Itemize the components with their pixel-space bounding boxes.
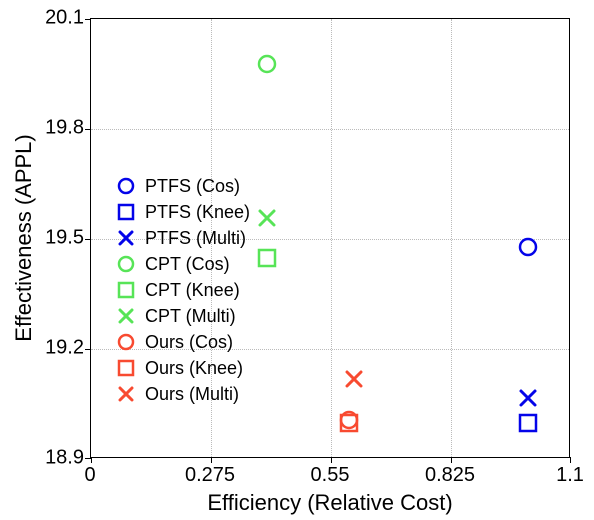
xtick-label: 0 [84,464,95,487]
legend-label: Ours (Multi) [145,383,239,405]
chart-container: Effectiveness (APPL) Efficiency (Relativ… [0,0,594,520]
legend-label: CPT (Cos) [145,253,230,275]
legend-entry: CPT (Knee) [115,277,250,303]
xtick-label: 1.1 [556,464,584,487]
legend-entry: Ours (Cos) [115,329,250,355]
data-point [339,413,357,431]
x-icon [115,383,137,405]
x-axis-label: Efficiency (Relative Cost) [207,490,452,516]
circle-icon [115,331,137,353]
xtick [331,457,332,463]
legend-entry: PTFS (Multi) [115,225,250,251]
legend-label: Ours (Knee) [145,357,243,379]
ytick [85,458,91,459]
square-icon [115,279,137,301]
legend-label: PTFS (Knee) [145,201,250,223]
xtick-label: 0.55 [311,464,350,487]
data-point [257,54,275,72]
ytick [85,129,91,130]
ytick [85,349,91,350]
legend-label: CPT (Multi) [145,305,236,327]
legend-entry: PTFS (Cos) [115,173,250,199]
xtick [570,457,571,463]
legend-label: PTFS (Multi) [145,227,246,249]
legend-entry: Ours (Knee) [115,355,250,381]
legend-entry: CPT (Cos) [115,251,250,277]
legend-entry: CPT (Multi) [115,303,250,329]
data-point [344,369,362,387]
gridline-v [331,19,332,457]
xtick [451,457,452,463]
data-point [339,410,357,428]
ytick [85,239,91,240]
xtick-label: 0.275 [185,464,235,487]
legend-entry: PTFS (Knee) [115,199,250,225]
legend: PTFS (Cos) PTFS (Knee) PTFS (Multi) CPT (C… [115,173,250,407]
x-icon [115,305,137,327]
ytick-label: 19.8 [0,117,84,140]
ytick-label: 20.1 [0,7,84,30]
circle-icon [115,253,137,275]
square-icon [115,357,137,379]
data-point [257,208,275,226]
ytick-label: 19.2 [0,337,84,360]
data-point [518,413,536,431]
x-icon [115,227,137,249]
plot-area: PTFS (Cos) PTFS (Knee) PTFS (Multi) CPT (C… [90,18,570,458]
ytick-label: 19.5 [0,227,84,250]
circle-icon [115,175,137,197]
xtick [211,457,212,463]
gridline-h [91,129,569,130]
legend-label: PTFS (Cos) [145,175,240,197]
data-point [518,237,536,255]
data-point [257,248,275,266]
xtick [91,457,92,463]
ytick-label: 18.9 [0,447,84,470]
legend-label: Ours (Cos) [145,331,233,353]
ytick [85,19,91,20]
data-point [518,388,536,406]
legend-label: CPT (Knee) [145,279,240,301]
xtick-label: 0.825 [425,464,475,487]
gridline-v [451,19,452,457]
square-icon [115,201,137,223]
legend-entry: Ours (Multi) [115,381,250,407]
